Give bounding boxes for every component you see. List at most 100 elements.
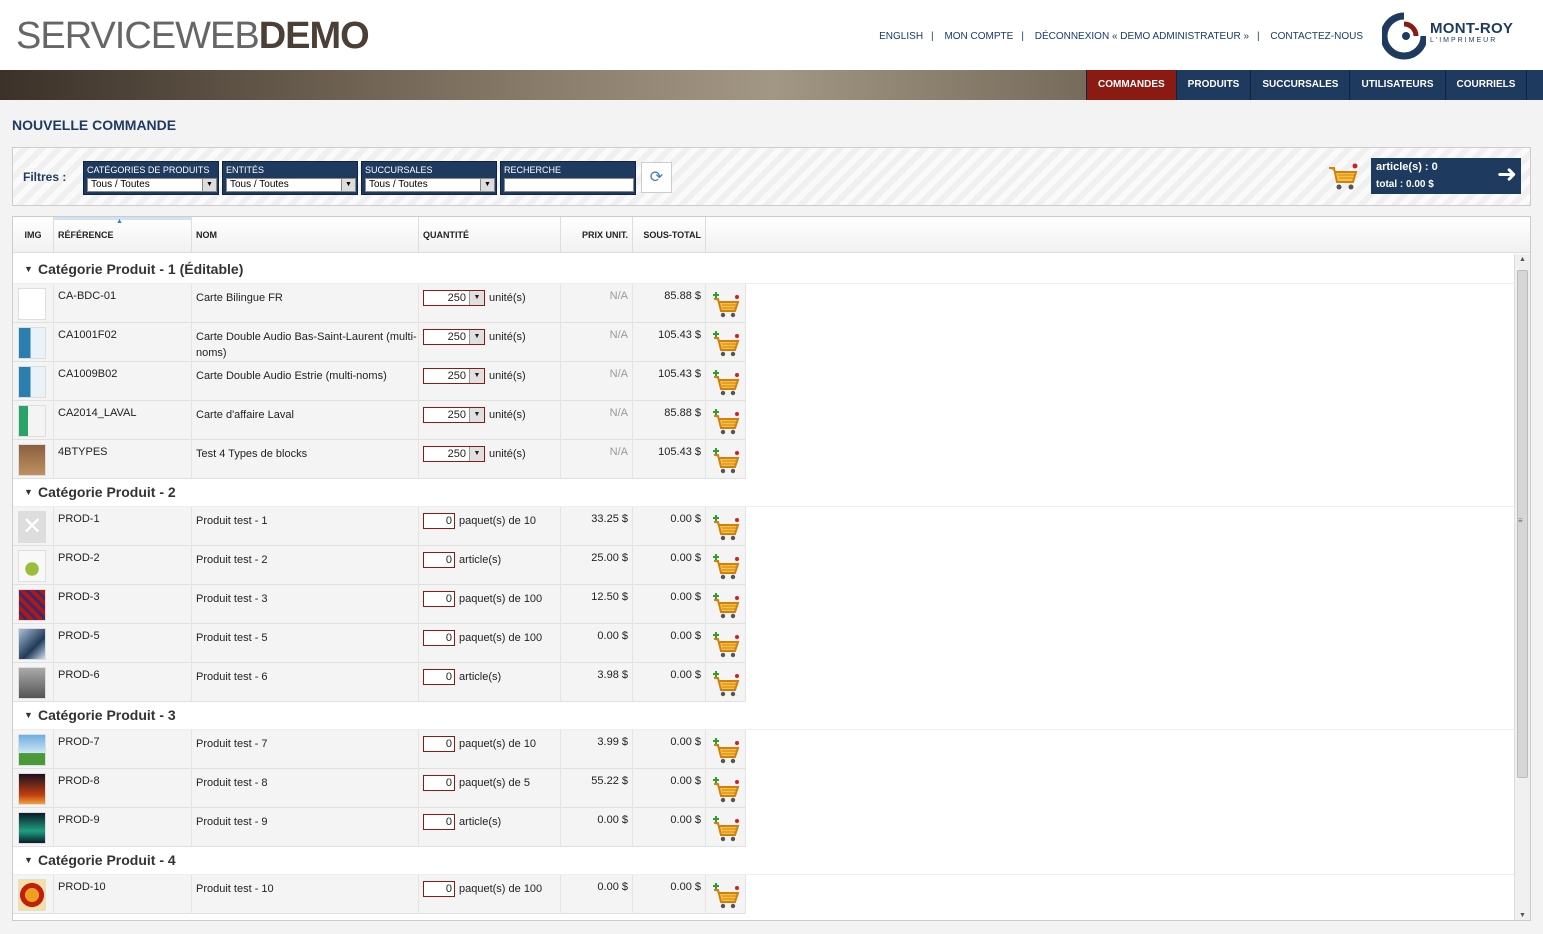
add-to-cart-icon[interactable] <box>712 815 740 843</box>
quantity-select[interactable]: 250 ▼ <box>423 407 485 423</box>
collapse-triangle-icon[interactable]: ▼ <box>24 847 33 873</box>
quantity-input[interactable]: 0 <box>423 736 455 752</box>
quantity-unit: paquet(s) de 100 <box>459 883 543 895</box>
col-reference[interactable]: ▲ RÉFÉRENCE <box>54 217 192 253</box>
cell-add-to-cart[interactable] <box>706 440 746 479</box>
add-to-cart-icon[interactable] <box>712 631 740 659</box>
cart-summary[interactable]: article(s) : 0 total : 0.00 $ ➜ <box>1371 158 1521 194</box>
quantity-input[interactable]: 0 <box>423 552 455 568</box>
link-deconnexion[interactable]: DÉCONNEXION « DEMO ADMINISTRATEUR » <box>1035 31 1249 42</box>
add-to-cart-icon[interactable] <box>712 553 740 581</box>
chevron-down-icon[interactable]: ▼ <box>469 408 484 422</box>
vertical-scrollbar[interactable]: ▲ ≡ ▼ <box>1514 254 1530 920</box>
cell-add-to-cart[interactable] <box>706 730 746 769</box>
quantity-input[interactable]: 0 <box>423 513 455 529</box>
product-thumbnail[interactable] <box>18 366 46 398</box>
chevron-down-icon[interactable]: ▼ <box>480 179 494 191</box>
tab-commandes[interactable]: COMMANDES <box>1086 70 1176 100</box>
link-mon-compte[interactable]: MON COMPTE <box>944 31 1013 42</box>
filter-succursales-select[interactable]: Tous / Toutes ▼ <box>365 178 495 192</box>
add-to-cart-icon[interactable] <box>712 330 740 358</box>
cell-add-to-cart[interactable] <box>706 624 746 663</box>
add-to-cart-icon[interactable] <box>712 447 740 475</box>
add-to-cart-icon[interactable] <box>712 592 740 620</box>
chevron-down-icon[interactable]: ▼ <box>469 447 484 461</box>
chevron-down-icon[interactable]: ▼ <box>469 291 484 305</box>
category-group-header[interactable]: ▼ Catégorie Produit - 4 <box>13 847 1514 875</box>
cell-add-to-cart[interactable] <box>706 401 746 440</box>
cell-add-to-cart[interactable] <box>706 284 746 323</box>
col-nom[interactable]: NOM <box>192 217 419 253</box>
quantity-input[interactable]: 0 <box>423 591 455 607</box>
chevron-down-icon[interactable]: ▼ <box>202 179 216 191</box>
add-to-cart-icon[interactable] <box>712 882 740 910</box>
product-thumbnail[interactable] <box>18 773 46 805</box>
cell-add-to-cart[interactable] <box>706 663 746 702</box>
link-contactez-nous[interactable]: CONTACTEZ-NOUS <box>1270 31 1363 42</box>
cell-add-to-cart[interactable] <box>706 769 746 808</box>
collapse-triangle-icon[interactable]: ▼ <box>24 479 33 505</box>
cell-add-to-cart[interactable] <box>706 362 746 401</box>
add-to-cart-icon[interactable] <box>712 514 740 542</box>
product-thumbnail[interactable] <box>18 667 46 699</box>
category-group-header[interactable]: ▼ Catégorie Produit - 2 <box>13 479 1514 507</box>
product-thumbnail[interactable] <box>18 812 46 844</box>
quantity-select[interactable]: 250 ▼ <box>423 290 485 306</box>
add-to-cart-icon[interactable] <box>712 737 740 765</box>
tab-succursales[interactable]: SUCCURSALES <box>1250 70 1350 100</box>
col-img[interactable]: IMG <box>13 217 54 253</box>
add-to-cart-icon[interactable] <box>712 776 740 804</box>
tab-produits[interactable]: PRODUITS <box>1175 70 1251 100</box>
quantity-select[interactable]: 250 ▼ <box>423 329 485 345</box>
scroll-up-icon[interactable]: ▲ <box>1519 256 1526 263</box>
product-thumbnail[interactable] <box>18 550 46 582</box>
link-english[interactable]: ENGLISH <box>879 31 923 42</box>
add-to-cart-icon[interactable] <box>712 408 740 436</box>
category-group-header[interactable]: ▼ Catégorie Produit - 3 <box>13 702 1514 730</box>
quantity-select[interactable]: 250 ▼ <box>423 446 485 462</box>
quantity-input[interactable]: 0 <box>423 881 455 897</box>
product-thumbnail[interactable] <box>18 288 46 320</box>
product-thumbnail[interactable] <box>18 444 46 476</box>
product-thumbnail[interactable] <box>18 734 46 766</box>
product-thumbnail[interactable] <box>18 628 46 660</box>
chevron-down-icon[interactable]: ▼ <box>341 179 355 191</box>
product-thumbnail[interactable] <box>18 405 46 437</box>
product-thumbnail[interactable] <box>18 879 46 911</box>
app-logo[interactable]: SERVICEWEBDEMO <box>16 14 370 58</box>
cell-add-to-cart[interactable] <box>706 875 746 914</box>
col-sous-total[interactable]: SOUS-TOTAL <box>633 217 706 253</box>
quantity-select[interactable]: 250 ▼ <box>423 368 485 384</box>
cell-add-to-cart[interactable] <box>706 546 746 585</box>
cell-add-to-cart[interactable] <box>706 323 746 362</box>
quantity-input[interactable]: 0 <box>423 630 455 646</box>
col-prix-unit[interactable]: PRIX UNIT. <box>561 217 633 253</box>
category-group-header[interactable]: ▼ Catégorie Produit - 1 (Éditable) <box>13 256 1514 284</box>
filter-categories-select[interactable]: Tous / Toutes ▼ <box>87 178 217 192</box>
quantity-input[interactable]: 0 <box>423 669 455 685</box>
collapse-triangle-icon[interactable]: ▼ <box>24 256 33 282</box>
add-to-cart-icon[interactable] <box>712 369 740 397</box>
arrow-right-icon[interactable]: ➜ <box>1497 161 1517 189</box>
refresh-button[interactable]: ⟳ <box>641 162 672 193</box>
product-thumbnail[interactable] <box>18 327 46 359</box>
chevron-down-icon[interactable]: ▼ <box>469 330 484 344</box>
category-group-label: Catégorie Produit - 2 <box>38 484 176 500</box>
chevron-down-icon[interactable]: ▼ <box>469 369 484 383</box>
add-to-cart-icon[interactable] <box>712 291 740 319</box>
add-to-cart-icon[interactable] <box>712 670 740 698</box>
cell-add-to-cart[interactable] <box>706 808 746 847</box>
cell-add-to-cart[interactable] <box>706 507 746 546</box>
quantity-input[interactable]: 0 <box>423 775 455 791</box>
cell-add-to-cart[interactable] <box>706 585 746 624</box>
tab-courriels[interactable]: COURRIELS <box>1444 70 1527 100</box>
product-thumbnail[interactable] <box>18 589 46 621</box>
search-input[interactable] <box>504 178 634 192</box>
quantity-input[interactable]: 0 <box>423 814 455 830</box>
collapse-triangle-icon[interactable]: ▼ <box>24 702 33 728</box>
tab-utilisateurs[interactable]: UTILISATEURS <box>1349 70 1445 100</box>
filter-entites-select[interactable]: Tous / Toutes ▼ <box>226 178 356 192</box>
scroll-down-icon[interactable]: ▼ <box>1519 912 1526 919</box>
cart-icon[interactable] <box>1327 162 1359 192</box>
col-quantite[interactable]: QUANTITÉ <box>419 217 561 253</box>
